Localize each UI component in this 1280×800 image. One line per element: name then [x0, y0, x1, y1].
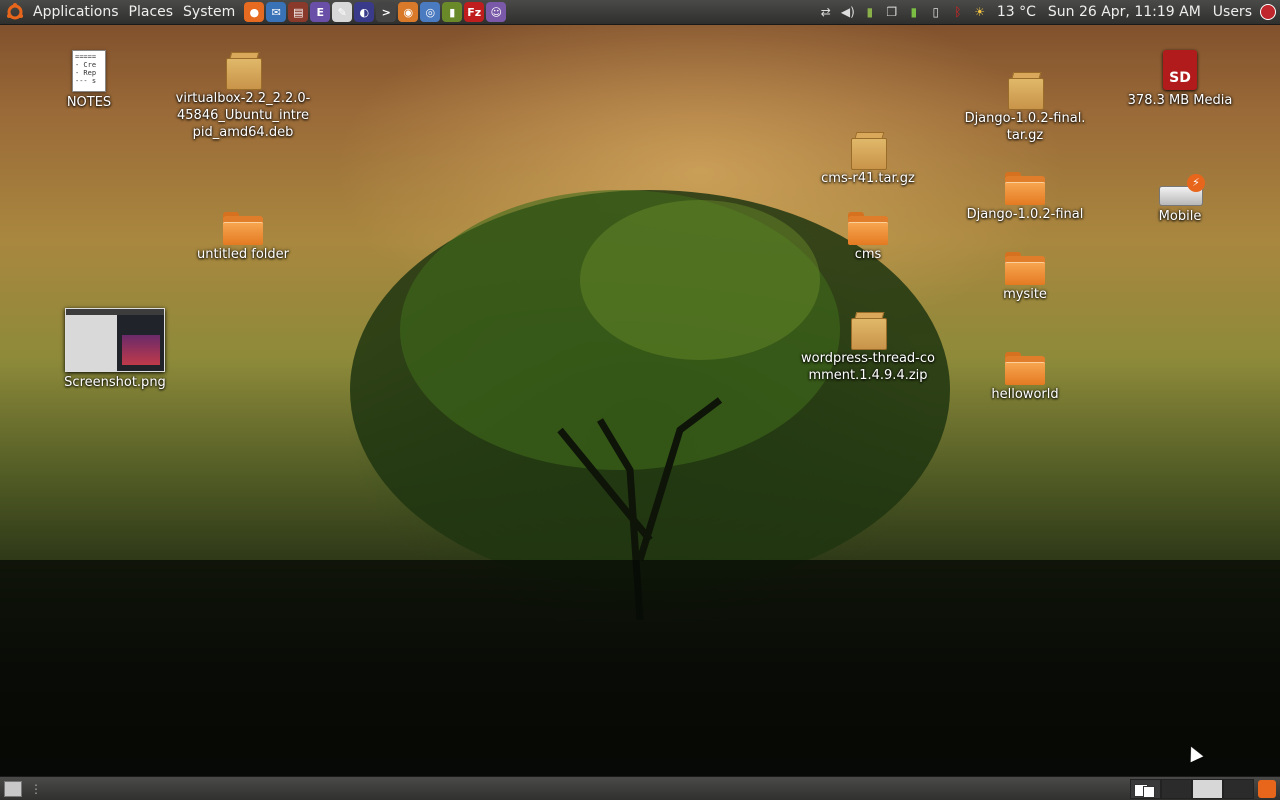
package-icon: [851, 312, 887, 350]
panel-grip-icon[interactable]: ⋮: [30, 782, 42, 796]
package-icon: [1008, 72, 1044, 110]
workspace-3[interactable]: [1192, 779, 1223, 799]
usb-drive-icon: ⚡: [1159, 174, 1205, 206]
desktop-icon-label: mysite: [1003, 287, 1047, 302]
menu-applications[interactable]: Applications: [28, 4, 124, 20]
desktop-icon-screenshot[interactable]: Screenshot.png: [40, 308, 190, 391]
launcher-bar: ● ✉ ▤ E ✎ ◐ > ◉ ◎ ▮ Fz ☺: [244, 2, 507, 22]
bluetooth-icon[interactable]: ᛒ: [949, 4, 967, 20]
workspace-4[interactable]: [1223, 779, 1254, 799]
workspace-1[interactable]: [1130, 779, 1161, 799]
desktop-icon-cms-tar[interactable]: cms-r41.tar.gz: [793, 132, 943, 187]
filezilla-icon[interactable]: Fz: [464, 2, 485, 22]
folder-icon: [1005, 252, 1045, 285]
desktop-icon-label: cms-r41.tar.gz: [821, 171, 915, 186]
mouse-cursor-icon: [1184, 743, 1204, 763]
system-tray: ⇄ ◀) ▮ ❐ ▮ ▯ ᛒ ☀ 13 °C Sun 26 Apr, 11:19…: [817, 4, 1280, 20]
sd-card-icon: SD: [1163, 50, 1197, 90]
windows-icon[interactable]: ❐: [883, 4, 901, 20]
thunderbird-icon[interactable]: ✉: [266, 2, 287, 22]
desktop-icon-label: Mobile: [1158, 209, 1202, 224]
text-file-icon: ===== - Cre - Rep --- s: [72, 50, 106, 92]
monitor-icon[interactable]: ▤: [288, 2, 309, 22]
text-editor-icon[interactable]: ✎: [332, 2, 353, 22]
temperature[interactable]: 13 °C: [993, 4, 1040, 20]
desktop-icon-label: helloworld: [991, 387, 1059, 402]
eclipse-icon[interactable]: ◐: [354, 2, 375, 22]
volume-icon[interactable]: ◀): [839, 4, 857, 20]
desktop-icon-label: Django-1.0.2-final.tar.gz: [964, 111, 1086, 143]
network-icon[interactable]: ⇄: [817, 4, 835, 20]
trash-icon[interactable]: [1258, 780, 1276, 798]
image-thumbnail-icon: [65, 308, 165, 372]
battery-icon[interactable]: ▮: [905, 4, 923, 20]
folder-icon: [223, 212, 263, 245]
desktop-icon-django-tar[interactable]: Django-1.0.2-final.tar.gz: [950, 72, 1100, 144]
power-icon[interactable]: [1260, 4, 1276, 20]
desktop-icon-untitled-folder[interactable]: untitled folder: [168, 212, 318, 263]
folder-icon: [1005, 352, 1045, 385]
terminal-icon[interactable]: >: [376, 2, 397, 22]
browser-icon[interactable]: ◎: [420, 2, 441, 22]
bottom-panel: ⋮: [0, 776, 1280, 800]
desktop-icon-mobile[interactable]: ⚡ Mobile: [1105, 174, 1255, 225]
desktop-icon-django[interactable]: Django-1.0.2-final: [950, 172, 1100, 223]
desktop-icon-mysite[interactable]: mysite: [950, 252, 1100, 303]
desktop-icon-label: untitled folder: [196, 247, 289, 262]
desktop-icon-virtualbox-deb[interactable]: virtualbox-2.2_2.2.0-45846_Ubuntu_intrep…: [168, 52, 318, 141]
desktop-icon-wordpress-zip[interactable]: wordpress-thread-comment.1.4.9.4.zip: [793, 312, 943, 384]
workspace-2[interactable]: [1161, 779, 1192, 799]
users-menu[interactable]: Users: [1209, 4, 1256, 20]
screenshot-icon[interactable]: ◉: [398, 2, 419, 22]
clock[interactable]: Sun 26 Apr, 11:19 AM: [1044, 4, 1205, 20]
folder-icon: [1005, 172, 1045, 205]
desktop-icon-label: wordpress-thread-comment.1.4.9.4.zip: [801, 351, 935, 383]
desktop-icon-notes[interactable]: ===== - Cre - Rep --- s NOTES: [14, 50, 164, 111]
show-desktop-button[interactable]: [4, 781, 22, 797]
signal-icon[interactable]: ▯: [927, 4, 945, 20]
desktop-icon-label: NOTES: [66, 95, 112, 110]
book-icon[interactable]: ▮: [442, 2, 463, 22]
folder-icon: [848, 212, 888, 245]
desktop-icon-cms[interactable]: cms: [793, 212, 943, 263]
package-icon: [226, 52, 262, 90]
desktop-icon-label: cms: [854, 247, 882, 262]
desktop-icon-helloworld[interactable]: helloworld: [950, 352, 1100, 403]
pidgin-icon[interactable]: ☺: [486, 2, 507, 22]
top-panel: Applications Places System ● ✉ ▤ E ✎ ◐ > ◉ ◎ ▮ Fz ☺…: [0, 0, 1280, 25]
menu-places[interactable]: Places: [124, 4, 179, 20]
desktop-icon-label: Django-1.0.2-final: [966, 207, 1084, 222]
emacs-icon[interactable]: E: [310, 2, 331, 22]
menu-system[interactable]: System: [178, 4, 240, 20]
workspace-switcher: [1130, 779, 1254, 799]
desktop-icon-label: Screenshot.png: [64, 375, 166, 390]
desktop-icon-label: 378.3 MB Media: [1127, 93, 1233, 108]
firefox-icon[interactable]: ●: [244, 2, 265, 22]
ubuntu-logo-icon[interactable]: [6, 3, 24, 21]
desktop-icon-media-sd[interactable]: SD 378.3 MB Media: [1105, 50, 1255, 109]
package-icon: [851, 132, 887, 170]
desktop-icon-label: virtualbox-2.2_2.2.0-45846_Ubuntu_intrep…: [175, 91, 311, 140]
main-menu: Applications Places System: [0, 0, 240, 24]
weather-icon[interactable]: ☀: [971, 4, 989, 20]
book-tray-icon[interactable]: ▮: [861, 4, 879, 20]
